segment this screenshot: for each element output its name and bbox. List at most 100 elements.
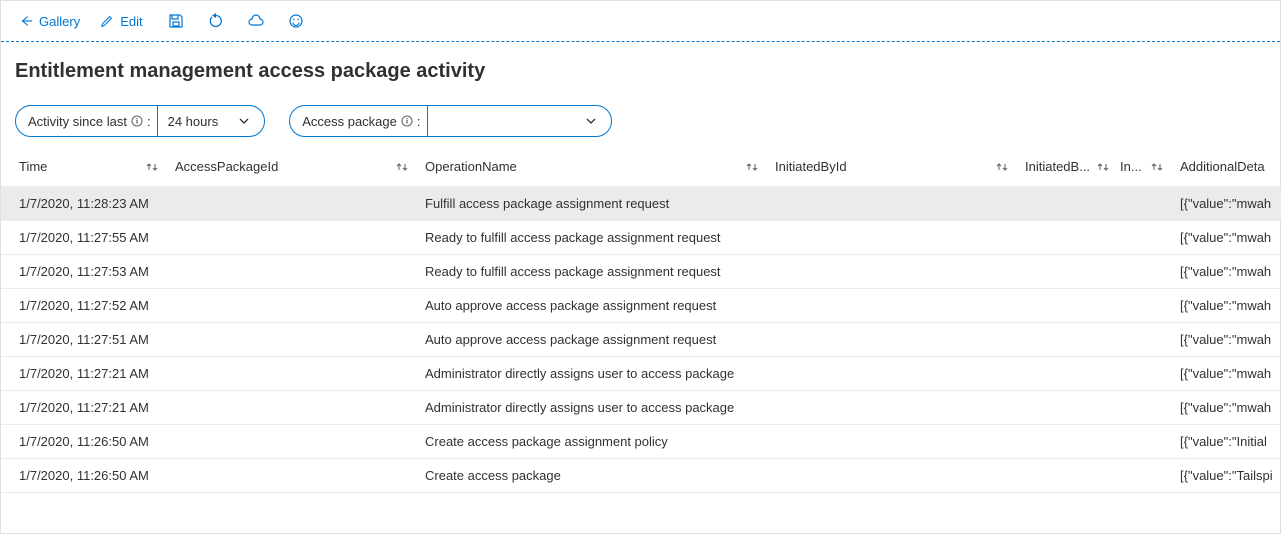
cell-in — [1112, 323, 1172, 357]
cell-time: 1/7/2020, 11:27:52 AM — [1, 289, 167, 323]
gallery-link[interactable]: Gallery — [13, 10, 86, 33]
page-title: Entitlement management access package ac… — [1, 42, 1280, 87]
save-icon — [168, 13, 184, 29]
cell-operationname: Administrator directly assigns user to a… — [417, 357, 767, 391]
activity-filter-value: 24 hours — [168, 114, 219, 129]
sort-icon — [1150, 161, 1164, 173]
cell-time: 1/7/2020, 11:27:53 AM — [1, 255, 167, 289]
cell-initiatedbyid — [767, 187, 1017, 221]
cell-initiatedb — [1017, 255, 1112, 289]
refresh-icon — [208, 13, 224, 29]
col-additionaldeta[interactable]: AdditionalDeta — [1172, 147, 1281, 187]
cell-initiatedbyid — [767, 289, 1017, 323]
package-filter: Access package : — [289, 105, 611, 137]
feedback-button[interactable] — [283, 8, 309, 34]
table-row[interactable]: 1/7/2020, 11:27:55 AM Ready to fulfill ac… — [1, 221, 1281, 255]
cell-additionaldeta: [{"value":"Tailspi — [1172, 459, 1281, 493]
col-in[interactable]: In... — [1112, 147, 1172, 187]
table-row[interactable]: 1/7/2020, 11:26:50 AMCreate access packa… — [1, 425, 1281, 459]
cell-in — [1112, 221, 1172, 255]
table-row[interactable]: 1/7/2020, 11:27:21 AMAdministrator direc… — [1, 391, 1281, 425]
cell-in — [1112, 425, 1172, 459]
cell-in — [1112, 187, 1172, 221]
refresh-button[interactable] — [203, 8, 229, 34]
cloud-button[interactable] — [243, 8, 269, 34]
cell-time: 1/7/2020, 11:28:23 AM — [1, 187, 167, 221]
cell-accesspackageid — [167, 425, 417, 459]
cell-accesspackageid — [167, 323, 417, 357]
table-row[interactable]: 1/7/2020, 11:27:21 AMAdministrator direc… — [1, 357, 1281, 391]
sort-icon — [395, 161, 409, 173]
cell-accesspackageid — [167, 459, 417, 493]
col-initiatedb[interactable]: InitiatedB... — [1017, 147, 1112, 187]
info-icon[interactable] — [401, 115, 413, 127]
cloud-icon — [247, 13, 265, 29]
cell-initiatedb — [1017, 323, 1112, 357]
cell-operationname: Fulfill access package assignment reques… — [417, 187, 767, 221]
cell-accesspackageid — [167, 391, 417, 425]
toolbar: Gallery Edit — [1, 0, 1280, 42]
table-row[interactable]: 1/7/2020, 11:27:53 AM Ready to fulfill ac… — [1, 255, 1281, 289]
edit-link[interactable]: Edit — [94, 10, 148, 33]
cell-accesspackageid — [167, 255, 417, 289]
cell-accesspackageid — [167, 289, 417, 323]
cell-time: 1/7/2020, 11:27:55 AM — [1, 221, 167, 255]
cell-operationname: Create access package assignment policy — [417, 425, 767, 459]
cell-additionaldeta: [{"value":"Initial — [1172, 425, 1281, 459]
table-header-row: Time AccessPackageId — [1, 147, 1281, 187]
cell-additionaldeta: [{"value":"mwah — [1172, 221, 1281, 255]
sort-icon — [995, 161, 1009, 173]
activity-filter-select[interactable]: 24 hours — [157, 106, 261, 136]
smiley-icon — [288, 13, 304, 29]
cell-in — [1112, 391, 1172, 425]
cell-initiatedbyid — [767, 357, 1017, 391]
pencil-icon — [100, 14, 114, 28]
cell-initiatedb — [1017, 425, 1112, 459]
cell-additionaldeta: [{"value":"mwah — [1172, 357, 1281, 391]
cell-initiatedbyid — [767, 323, 1017, 357]
cell-initiatedb — [1017, 221, 1112, 255]
cell-additionaldeta: [{"value":"mwah — [1172, 323, 1281, 357]
results-table-wrap: Time AccessPackageId — [1, 147, 1280, 493]
cell-in — [1112, 459, 1172, 493]
col-initiatedbyid[interactable]: InitiatedById — [767, 147, 1017, 187]
table-row[interactable]: 1/7/2020, 11:27:51 AM Auto approve access… — [1, 323, 1281, 357]
cell-initiatedbyid — [767, 391, 1017, 425]
cell-initiatedb — [1017, 187, 1112, 221]
cell-additionaldeta: [{"value":"mwah — [1172, 391, 1281, 425]
cell-operationname: Auto approve access package assignment r… — [417, 289, 767, 323]
cell-initiatedbyid — [767, 221, 1017, 255]
cell-initiatedb — [1017, 391, 1112, 425]
col-accesspackageid[interactable]: AccessPackageId — [167, 147, 417, 187]
info-icon[interactable] — [131, 115, 143, 127]
cell-operationname: Create access package — [417, 459, 767, 493]
cell-time: 1/7/2020, 11:27:51 AM — [1, 323, 167, 357]
sort-icon — [745, 161, 759, 173]
activity-filter: Activity since last : 24 hours — [15, 105, 265, 137]
cell-in — [1112, 357, 1172, 391]
cell-in — [1112, 289, 1172, 323]
cell-time: 1/7/2020, 11:26:50 AM — [1, 459, 167, 493]
table-row[interactable]: 1/7/2020, 11:26:50 AM Create access packa… — [1, 459, 1281, 493]
results-table: Time AccessPackageId — [1, 147, 1281, 493]
gallery-label: Gallery — [39, 14, 80, 29]
filters-row: Activity since last : 24 hours Access pa… — [1, 87, 1280, 147]
cell-initiatedb — [1017, 289, 1112, 323]
cell-initiatedbyid — [767, 459, 1017, 493]
cell-operationname: Ready to fulfill access package assignme… — [417, 255, 767, 289]
table-row[interactable]: 1/7/2020, 11:28:23 AM Fulfill access pack… — [1, 187, 1281, 221]
table-row[interactable]: 1/7/2020, 11:27:52 AM Auto approve access… — [1, 289, 1281, 323]
activity-filter-label: Activity since last : — [28, 114, 157, 129]
cell-operationname: Ready to fulfill access package assignme… — [417, 221, 767, 255]
save-button[interactable] — [163, 8, 189, 34]
col-operationname[interactable]: OperationName — [417, 147, 767, 187]
cell-accesspackageid — [167, 221, 417, 255]
package-filter-label: Access package : — [302, 114, 426, 129]
cell-accesspackageid — [167, 187, 417, 221]
cell-additionaldeta: [{"value":"mwah — [1172, 255, 1281, 289]
back-arrow-icon — [19, 14, 33, 28]
cell-operationname: Auto approve access package assignment r… — [417, 323, 767, 357]
chevron-down-icon — [585, 115, 597, 127]
package-filter-select[interactable] — [427, 106, 607, 136]
col-time[interactable]: Time — [1, 147, 167, 187]
